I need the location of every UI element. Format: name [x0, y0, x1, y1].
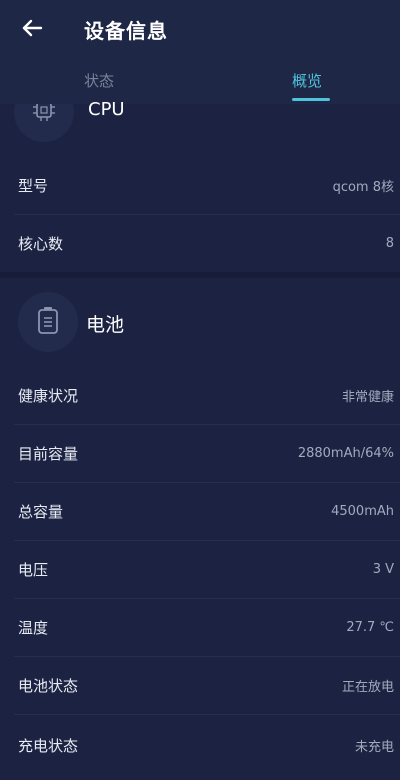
row-value: 4500mAh [331, 503, 394, 519]
row-value: qcom 8核 [332, 179, 394, 195]
battery-row-battery-status: 电池状态 正在放电 [0, 656, 400, 714]
battery-row-total-capacity: 总容量 4500mAh [0, 482, 400, 540]
row-label: 总容量 [18, 502, 64, 521]
row-label: 核心数 [18, 234, 64, 253]
row-value: 3 V [372, 561, 394, 577]
row-value: 27.7 ℃ [346, 619, 394, 635]
app-header: 设备信息 状态 概览 [0, 0, 400, 104]
battery-row-temperature: 温度 27.7 ℃ [0, 598, 400, 656]
row-value: 2880mAh/64% [297, 445, 394, 461]
cpu-section-title: CPU [88, 99, 125, 120]
row-label: 目前容量 [18, 444, 79, 463]
row-value: 非常健康 [341, 389, 394, 405]
battery-icon [35, 305, 61, 339]
page-title: 设备信息 [84, 19, 168, 43]
tab-status[interactable]: 状态 [84, 70, 114, 91]
row-label: 型号 [18, 176, 49, 195]
cpu-row-cores: 核心数 8 [0, 214, 400, 272]
row-value: 未充电 [354, 739, 394, 755]
battery-row-current-capacity: 目前容量 2880mAh/64% [0, 424, 400, 482]
divider [14, 714, 400, 715]
battery-row-health: 健康状况 非常健康 [0, 366, 400, 424]
row-label: 温度 [18, 618, 49, 637]
row-label: 健康状况 [18, 386, 79, 405]
row-value: 正在放电 [341, 679, 394, 695]
row-label: 电池状态 [18, 676, 79, 695]
arrow-left-icon [21, 17, 43, 43]
row-label: 电压 [18, 560, 49, 579]
row-label: 充电状态 [18, 736, 79, 755]
cpu-row-model: 型号 qcom 8核 [0, 156, 400, 214]
battery-row-voltage: 电压 3 V [0, 540, 400, 598]
battery-section-title: 电池 [86, 314, 125, 336]
active-tab-indicator [292, 98, 330, 101]
tab-overview[interactable]: 概览 [292, 70, 322, 91]
section-separator [0, 272, 400, 278]
overview-content: 型号 qcom 8核 核心数 8 电池 健康状况 非常健康 目前容量 2880m… [0, 0, 400, 780]
battery-section-icon-bg [18, 292, 78, 352]
back-button[interactable] [16, 14, 48, 46]
row-value: 8 [385, 235, 394, 251]
battery-row-charging-status: 充电状态 未充电 [0, 716, 400, 774]
